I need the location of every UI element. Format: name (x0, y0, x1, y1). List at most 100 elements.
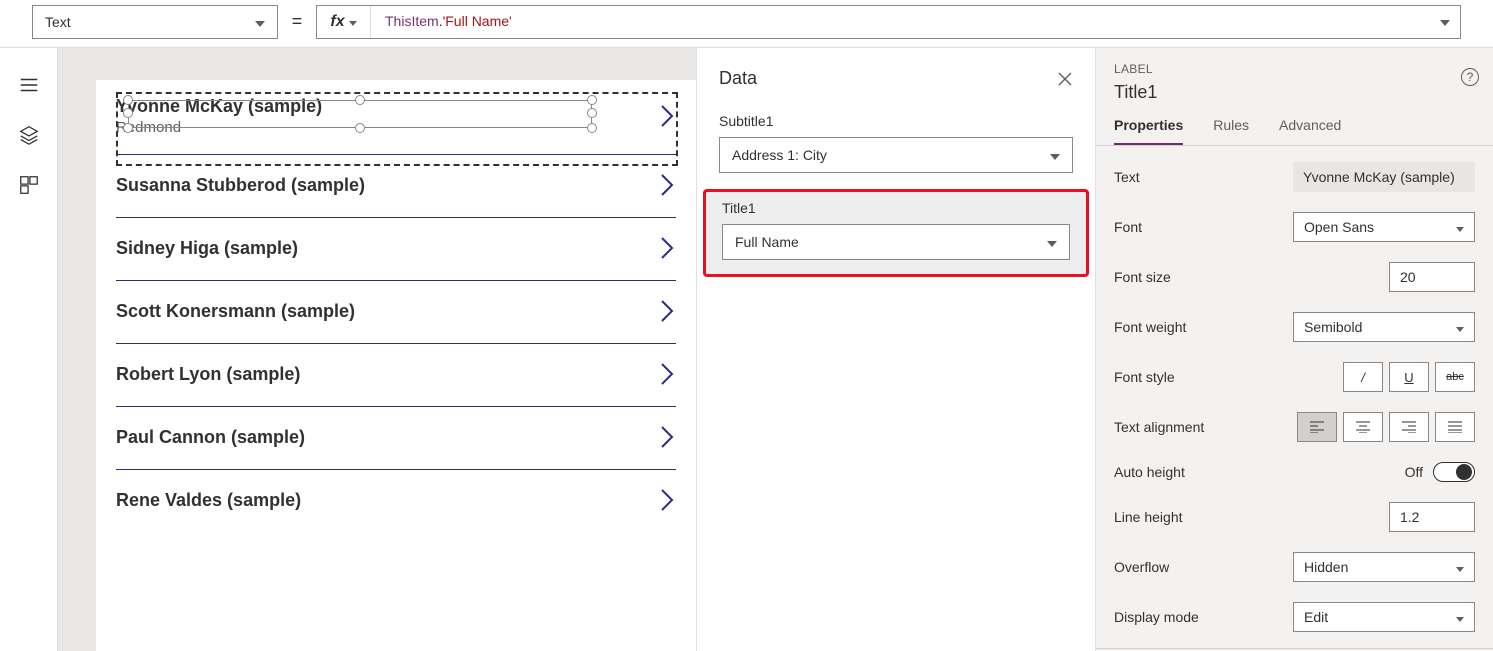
font-style-group: / U abc (1343, 362, 1475, 392)
chevron-down-icon (1456, 609, 1464, 625)
prop-row-fontweight: Font weight Semibold (1096, 302, 1493, 352)
prop-displaymode-select[interactable]: Edit (1293, 602, 1475, 632)
prop-row-fontstyle: Font style / U abc (1096, 352, 1493, 402)
prop-label: Font size (1114, 269, 1171, 285)
field-select-value: Full Name (735, 234, 799, 250)
hamburger-icon[interactable] (18, 74, 40, 96)
fx-label: fx (330, 13, 344, 31)
tab-advanced[interactable]: Advanced (1279, 117, 1341, 145)
prop-fontweight-select[interactable]: Semibold (1293, 312, 1475, 342)
prop-label: Font (1114, 219, 1142, 235)
list-item[interactable]: Scott Konersmann (sample) (116, 281, 676, 344)
prop-fontsize-input[interactable]: 20 (1389, 262, 1475, 292)
prop-row-lineheight: Line height 1.2 (1096, 492, 1493, 542)
toggle-value: Off (1405, 464, 1423, 480)
autoheight-toggle[interactable] (1433, 462, 1475, 482)
chevron-down-icon (1440, 13, 1450, 30)
align-right-icon (1402, 421, 1416, 433)
equals-sign: = (290, 11, 304, 32)
data-panel: Data Subtitle1 Address 1: City Title1 Fu… (696, 48, 1095, 651)
align-center-icon (1356, 421, 1370, 433)
chevron-down-icon (349, 13, 357, 31)
formula-expand-button[interactable] (1430, 13, 1460, 31)
align-left-button[interactable] (1297, 412, 1337, 442)
item-title: Yvonne McKay (sample) (116, 96, 322, 117)
prop-label: Font weight (1114, 319, 1186, 335)
prop-row-fontsize: Font size 20 (1096, 252, 1493, 302)
field-select-title1[interactable]: Full Name (722, 224, 1070, 260)
list-item[interactable]: Paul Cannon (sample) (116, 407, 676, 470)
chevron-right-icon[interactable] (658, 297, 676, 325)
control-type-label: LABEL (1114, 62, 1475, 76)
align-right-button[interactable] (1389, 412, 1429, 442)
prop-label: Text alignment (1114, 419, 1204, 435)
property-select[interactable]: Text (32, 5, 278, 39)
prop-row-font: Font Open Sans (1096, 202, 1493, 252)
chevron-right-icon[interactable] (658, 234, 676, 262)
field-label: Title1 (722, 200, 1070, 216)
prop-label: Line height (1114, 509, 1183, 525)
tab-properties[interactable]: Properties (1114, 117, 1183, 145)
item-title: Rene Valdes (sample) (116, 490, 301, 511)
canvas-area[interactable]: Yvonne McKay (sample) Redmond Susanna St… (58, 48, 696, 651)
field-block-title1: Title1 Full Name (703, 189, 1089, 277)
chevron-down-icon (1456, 319, 1464, 335)
prop-row-text: Text Yvonne McKay (sample) (1096, 152, 1493, 202)
layers-icon[interactable] (18, 124, 40, 146)
underline-button[interactable]: U (1389, 362, 1429, 392)
align-justify-button[interactable] (1435, 412, 1475, 442)
prop-lineheight-input[interactable]: 1.2 (1389, 502, 1475, 532)
divider (1096, 648, 1493, 649)
help-icon[interactable]: ? (1461, 68, 1479, 86)
chevron-right-icon[interactable] (658, 360, 676, 388)
phone-screen: Yvonne McKay (sample) Redmond Susanna St… (96, 80, 696, 651)
prop-label: Auto height (1114, 464, 1185, 480)
list-item[interactable]: Rene Valdes (sample) (116, 470, 676, 532)
prop-overflow-select[interactable]: Hidden (1293, 552, 1475, 582)
align-center-button[interactable] (1343, 412, 1383, 442)
chevron-right-icon[interactable] (658, 486, 676, 514)
property-select-value: Text (45, 14, 71, 30)
formula-input[interactable]: ThisItem.'Full Name' (371, 13, 1430, 30)
chevron-down-icon (1047, 234, 1057, 250)
field-block-subtitle1: Subtitle1 Address 1: City (697, 103, 1095, 185)
prop-row-displaymode: Display mode Edit (1096, 592, 1493, 642)
field-label: Subtitle1 (719, 113, 1073, 129)
item-subtitle: Redmond (116, 119, 322, 136)
fx-button[interactable]: fx (317, 6, 371, 38)
prop-row-overflow: Overflow Hidden (1096, 542, 1493, 592)
left-rail (0, 48, 58, 651)
components-icon[interactable] (18, 174, 40, 196)
item-title: Scott Konersmann (sample) (116, 301, 355, 322)
prop-row-align: Text alignment (1096, 402, 1493, 452)
list-item[interactable]: Susanna Stubberod (sample) (116, 155, 676, 218)
chevron-right-icon[interactable] (658, 102, 676, 130)
prop-label: Overflow (1114, 559, 1169, 575)
prop-text-value[interactable]: Yvonne McKay (sample) (1293, 162, 1475, 192)
chevron-right-icon[interactable] (658, 423, 676, 451)
list-item[interactable]: Robert Lyon (sample) (116, 344, 676, 407)
chevron-down-icon (1456, 219, 1464, 235)
formula-token-thisitem: ThisItem (385, 13, 439, 29)
prop-label: Text (1114, 169, 1140, 185)
italic-button[interactable]: / (1343, 362, 1383, 392)
align-left-icon (1310, 421, 1324, 433)
strike-button[interactable]: abc (1435, 362, 1475, 392)
close-icon[interactable] (1057, 71, 1073, 87)
tab-rules[interactable]: Rules (1213, 117, 1249, 145)
prop-font-select[interactable]: Open Sans (1293, 212, 1475, 242)
item-title: Susanna Stubberod (sample) (116, 175, 365, 196)
properties-panel: LABEL Title1 ? Properties Rules Advanced… (1095, 48, 1493, 651)
list-item[interactable]: Yvonne McKay (sample) Redmond (116, 80, 676, 155)
align-group (1297, 412, 1475, 442)
formula-token-field: 'Full Name' (443, 13, 512, 29)
prop-label: Display mode (1114, 609, 1199, 625)
data-panel-title: Data (719, 68, 757, 89)
chevron-down-icon (1456, 559, 1464, 575)
formula-bar: Text = fx ThisItem.'Full Name' (0, 0, 1493, 48)
chevron-right-icon[interactable] (658, 171, 676, 199)
list-item[interactable]: Sidney Higa (sample) (116, 218, 676, 281)
field-select-subtitle1[interactable]: Address 1: City (719, 137, 1073, 173)
formula-input-container: fx ThisItem.'Full Name' (316, 5, 1461, 39)
item-title: Paul Cannon (sample) (116, 427, 305, 448)
